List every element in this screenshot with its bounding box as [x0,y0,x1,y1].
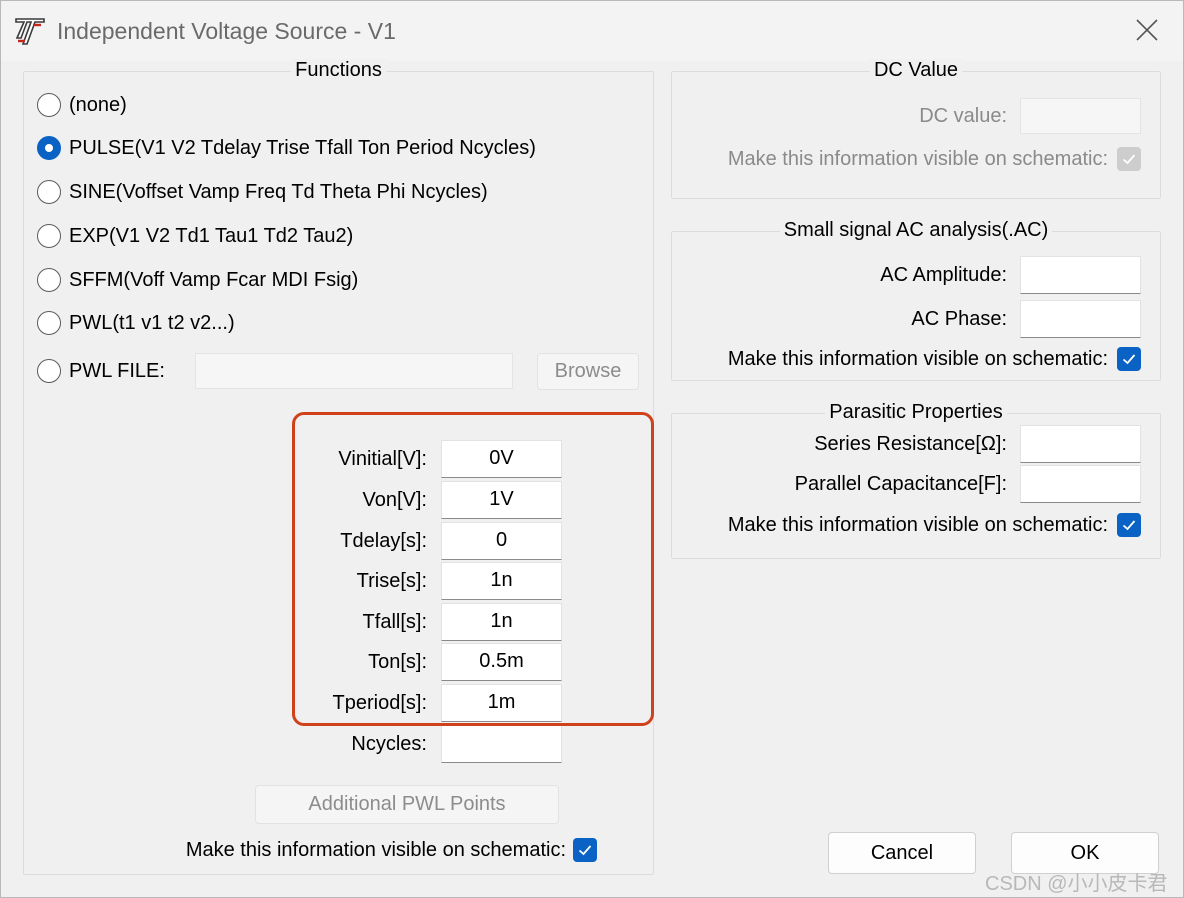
radio-sffm[interactable]: SFFM(Voff Vamp Fcar MDI Fsig) [37,265,358,295]
ncycles-input[interactable] [441,725,562,763]
pulse-params-highlight [292,412,654,726]
close-icon [1136,19,1158,41]
radio-pwl[interactable]: PWL(t1 v1 t2 v2...) [37,308,235,338]
radio-button[interactable] [37,224,61,248]
title-bar: Independent Voltage Source - V1 [1,1,1183,61]
parasitic-group-title: Parasitic Properties [825,401,1007,423]
ac-visible-checkbox[interactable] [1117,347,1141,371]
radio-button[interactable] [37,93,61,117]
radio-pwl-file[interactable]: PWL FILE: [37,356,165,386]
parallel-capacitance-label: Parallel Capacitance[F]: [794,473,1007,495]
ac-amplitude-input[interactable] [1020,256,1141,294]
ac-phase-label: AC Phase: [911,308,1007,330]
window-title: Independent Voltage Source - V1 [57,18,396,44]
ac-amplitude-label: AC Amplitude: [880,264,1007,286]
ac-phase-input[interactable] [1020,300,1141,338]
checkmark-icon [578,845,592,856]
radio-button[interactable] [37,268,61,292]
dc-visible-label: Make this information visible on schemat… [727,148,1108,170]
dc-visible-checkbox[interactable] [1117,147,1141,171]
watermark: CSDN @小小皮卡君 [985,873,1168,895]
radio-label: PULSE(V1 V2 Tdelay Trise Tfall Ton Perio… [69,136,536,159]
radio-exp[interactable]: EXP(V1 V2 Td1 Tau1 Td2 Tau2) [37,221,353,251]
dc-value-group: DC Value [671,59,1161,199]
radio-button[interactable] [37,136,61,160]
radio-label: (none) [69,93,127,116]
radio-button[interactable] [37,359,61,383]
checkmark-icon [1122,354,1136,365]
ac-visible-label: Make this information visible on schemat… [727,348,1108,370]
dc-value-label: DC value: [919,105,1007,127]
parasitic-visible-checkbox[interactable] [1117,513,1141,537]
pwl-file-input[interactable] [195,353,513,389]
radio-label: EXP(V1 V2 Td1 Tau1 Td2 Tau2) [69,224,354,247]
radio-label: SFFM(Voff Vamp Fcar MDI Fsig) [69,268,359,291]
dc-value-input[interactable] [1020,98,1141,134]
series-resistance-input[interactable] [1020,425,1141,463]
functions-group-title: Functions [291,59,386,81]
ac-analysis-group-title: Small signal AC analysis(.AC) [779,219,1053,241]
checkmark-icon [1122,520,1136,531]
browse-button[interactable]: Browse [537,353,639,390]
dc-value-group-title: DC Value [869,59,963,81]
radio-label: SINE(Voffset Vamp Freq Td Theta Phi Ncyc… [69,180,488,203]
parasitic-visible-label: Make this information visible on schemat… [727,514,1108,536]
radio-label: PWL(t1 v1 t2 v2...) [69,311,235,334]
checkmark-icon [1122,154,1136,165]
functions-visible-checkbox[interactable] [573,838,597,862]
close-button[interactable] [1121,9,1173,51]
radio-none[interactable]: (none) [37,90,127,120]
radio-label: PWL FILE: [69,359,165,382]
radio-sine[interactable]: SINE(Voffset Vamp Freq Td Theta Phi Ncyc… [37,177,488,207]
param-label-ncycles: Ncycles: [351,733,427,755]
functions-visible-label: Make this information visible on schemat… [185,839,566,861]
radio-button[interactable] [37,311,61,335]
voltage-source-dialog: Independent Voltage Source - V1 Function… [0,0,1184,898]
ltspice-logo-icon [15,18,45,45]
series-resistance-label: Series Resistance[Ω]: [814,433,1007,455]
radio-button[interactable] [37,180,61,204]
additional-pwl-points-button[interactable]: Additional PWL Points [255,785,559,824]
parallel-capacitance-input[interactable] [1020,465,1141,503]
cancel-button[interactable]: Cancel [828,832,976,874]
radio-pulse[interactable]: PULSE(V1 V2 Tdelay Trise Tfall Ton Perio… [37,133,536,163]
